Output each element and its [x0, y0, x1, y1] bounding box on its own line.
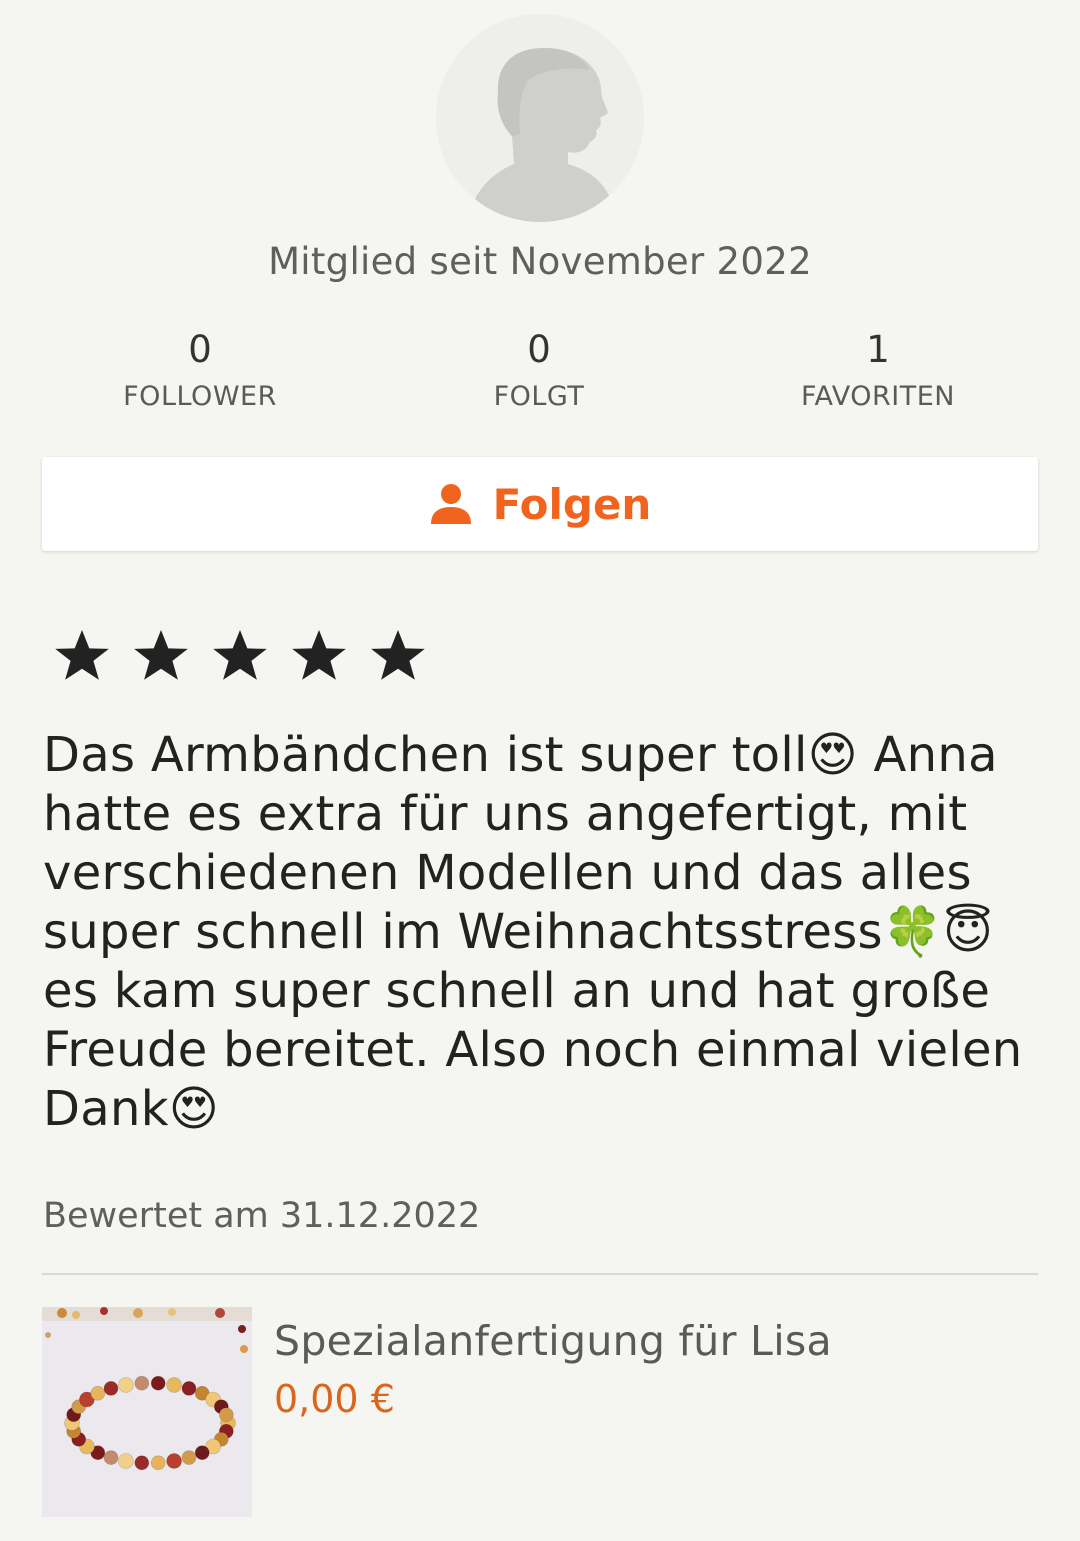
stat-followers[interactable]: 0 FOLLOWER	[50, 325, 350, 419]
divider	[42, 1273, 1038, 1275]
person-icon	[429, 482, 473, 526]
rating-stars	[50, 624, 445, 688]
default-avatar-icon	[436, 14, 644, 222]
stat-value: 1	[866, 328, 890, 371]
member-since: Mitglied seit November 2022	[268, 240, 812, 283]
product-image[interactable]	[42, 1307, 252, 1517]
review-text: Das Armbändchen ist super toll😍 Anna hat…	[43, 727, 1039, 1137]
follow-button-label: Folgen	[492, 479, 652, 529]
star-icon	[366, 624, 430, 688]
stat-value: 0	[188, 328, 212, 371]
stat-value: 0	[527, 328, 551, 371]
star-icon	[50, 624, 114, 688]
follow-button[interactable]: Folgen	[42, 457, 1038, 551]
star-icon	[208, 624, 272, 688]
star-icon	[129, 624, 193, 688]
star-icon	[287, 624, 351, 688]
stat-label: FOLLOWER	[123, 381, 277, 412]
stat-label: FAVORITEN	[800, 381, 955, 412]
bracelet-image	[42, 1307, 252, 1517]
avatar[interactable]	[436, 14, 644, 222]
product-title[interactable]: Spezialanfertigung für Lisa	[274, 1317, 832, 1365]
product-price: 0,00 €	[274, 1377, 395, 1421]
stat-following[interactable]: 0 FOLGT	[389, 325, 689, 419]
stat-label: FOLGT	[493, 381, 585, 412]
profile-stats: 0 FOLLOWER 0 FOLGT 1 FAVORITEN	[0, 325, 1080, 425]
review-page: Mitglied seit November 2022 0 FOLLOWER 0…	[0, 0, 1080, 1541]
stat-favorites[interactable]: 1 FAVORITEN	[728, 325, 1028, 419]
review-date: Bewertet am 31.12.2022	[43, 1196, 481, 1236]
